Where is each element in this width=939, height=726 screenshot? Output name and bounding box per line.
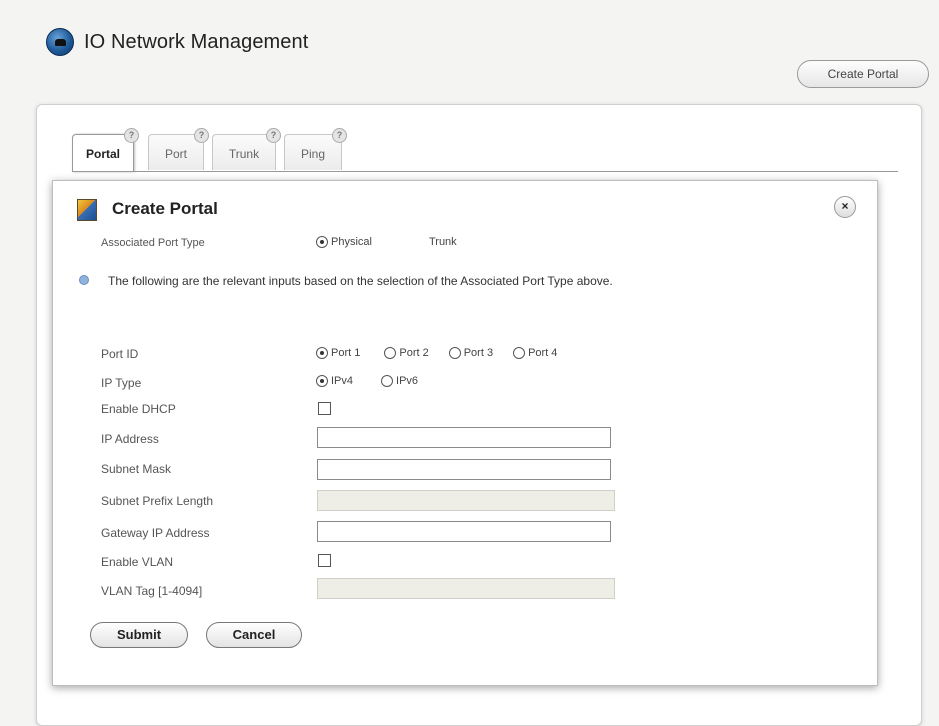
radio-port-4-indicator[interactable] <box>513 347 526 359</box>
dialog-title: Create Portal <box>112 199 218 218</box>
subnet-prefix-length-input <box>317 490 615 511</box>
radio-ipv6[interactable]: IPv6 <box>381 375 418 387</box>
associated-port-type-label: Associated Port Type <box>101 237 205 249</box>
help-icon[interactable]: ? <box>194 128 209 143</box>
tab-label: Ping <box>300 147 326 161</box>
radio-port-3[interactable]: Port 3 <box>448 347 494 359</box>
cancel-button[interactable]: Cancel <box>206 622 302 648</box>
info-icon <box>79 275 89 285</box>
gateway-ip-address-label: Gateway IP Address <box>101 526 210 540</box>
create-portal-button[interactable]: Create Portal <box>797 60 929 88</box>
enable-dhcp-checkbox[interactable] <box>318 402 331 415</box>
radio-port-1[interactable]: Port 1 <box>316 347 360 359</box>
app-logo-icon <box>46 28 74 56</box>
associated-port-type-group: Physical Trunk <box>316 236 471 248</box>
help-icon[interactable]: ? <box>124 128 139 143</box>
subnet-prefix-length-label: Subnet Prefix Length <box>101 494 214 508</box>
radio-port-3-label: Port 3 <box>463 347 494 359</box>
submit-button[interactable]: Submit <box>90 622 188 648</box>
enable-vlan-label: Enable VLAN <box>101 555 174 569</box>
radio-physical[interactable]: Physical <box>316 236 372 248</box>
radio-port-2-indicator[interactable] <box>384 347 397 359</box>
tab-label: Port <box>164 147 187 161</box>
portal-icon <box>77 199 97 221</box>
radio-port-3-indicator[interactable] <box>448 347 461 359</box>
radio-ipv6-label: IPv6 <box>396 375 419 387</box>
tab-label: Trunk <box>228 147 260 161</box>
radio-trunk-label: Trunk <box>428 236 457 248</box>
tab-trunk[interactable]: Trunk ? <box>212 128 281 170</box>
radio-port-4-label: Port 4 <box>528 347 558 359</box>
radio-port-4[interactable]: Port 4 <box>513 347 557 359</box>
app-title: IO Network Management <box>84 30 309 53</box>
tab-ping[interactable]: Ping ? <box>284 128 347 170</box>
help-icon[interactable]: ? <box>332 128 347 143</box>
radio-trunk[interactable]: Trunk <box>414 236 457 248</box>
app-header: IO Network Management <box>46 28 308 56</box>
tab-divider <box>72 171 898 172</box>
tab-label: Portal <box>85 147 120 161</box>
radio-port-2[interactable]: Port 2 <box>384 347 429 359</box>
radio-trunk-indicator[interactable] <box>414 236 426 248</box>
tab-portal[interactable]: Portal ? <box>72 128 139 172</box>
radio-port-1-indicator[interactable] <box>316 347 328 359</box>
enable-dhcp-label: Enable DHCP <box>101 402 176 416</box>
ip-type-group: IPv4 IPv6 <box>316 375 432 387</box>
close-button[interactable]: × <box>834 196 856 218</box>
ip-address-input[interactable] <box>317 427 611 448</box>
ip-type-label: IP Type <box>101 376 142 390</box>
help-icon[interactable]: ? <box>266 128 281 143</box>
tab-port[interactable]: Port ? <box>148 128 209 170</box>
enable-vlan-checkbox[interactable] <box>318 554 331 567</box>
radio-port-2-label: Port 2 <box>399 347 429 359</box>
port-id-group: Port 1 Port 2 Port 3 Port 4 <box>316 347 571 359</box>
radio-physical-indicator[interactable] <box>316 236 328 248</box>
radio-ipv6-indicator[interactable] <box>381 375 394 387</box>
gateway-ip-address-input[interactable] <box>317 521 611 542</box>
vlan-tag-input <box>317 578 615 599</box>
radio-ipv4[interactable]: IPv4 <box>316 375 353 387</box>
radio-ipv4-indicator[interactable] <box>316 375 328 387</box>
port-id-label: Port ID <box>101 347 139 361</box>
radio-port-1-label: Port 1 <box>331 347 361 359</box>
radio-ipv4-label: IPv4 <box>331 375 354 387</box>
subnet-mask-input[interactable] <box>317 459 611 480</box>
radio-physical-label: Physical <box>331 236 372 248</box>
info-text: The following are the relevant inputs ba… <box>108 274 613 288</box>
subnet-mask-label: Subnet Mask <box>101 462 172 476</box>
vlan-tag-label: VLAN Tag [1-4094] <box>101 584 203 598</box>
ip-address-label: IP Address <box>101 432 159 446</box>
